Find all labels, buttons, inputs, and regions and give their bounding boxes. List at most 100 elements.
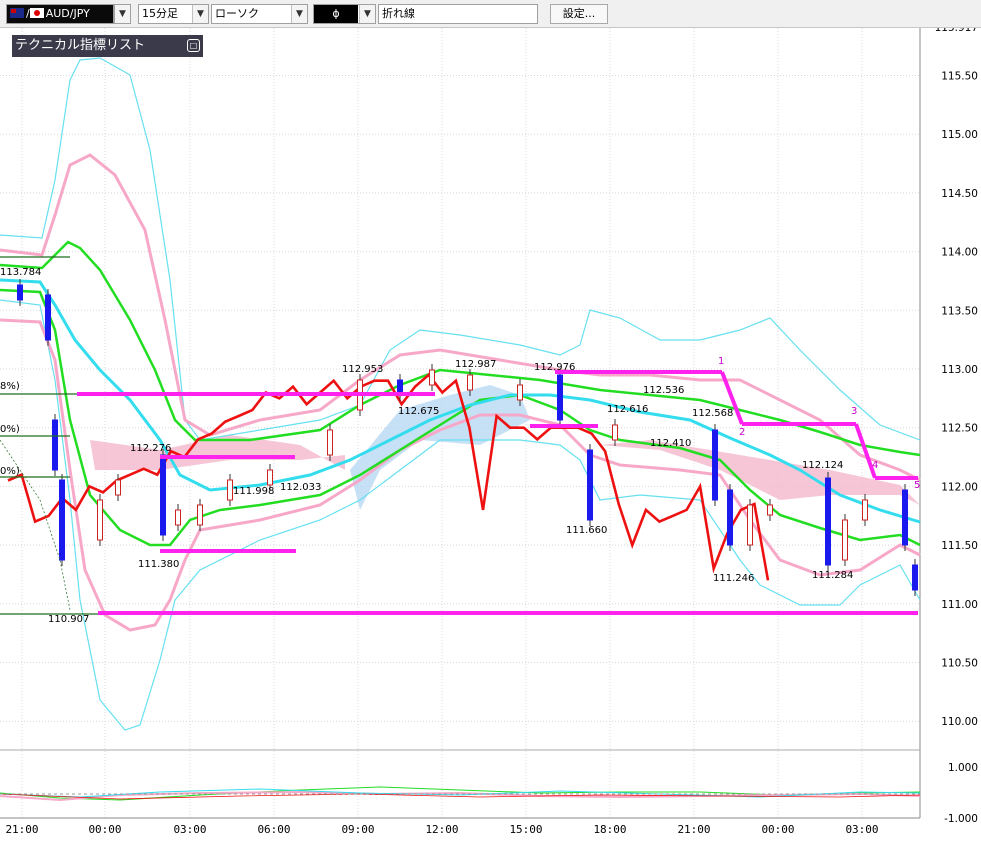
price-tick-label: 110.00 <box>941 716 978 728</box>
elliott-wave-number: 3 <box>851 406 857 417</box>
currency-pair-dropdown[interactable]: ▼ <box>114 4 131 24</box>
chart-type-label: ローソク <box>215 7 259 20</box>
price-annotation: 110.907 <box>48 614 89 625</box>
price-annotation: 112.953 <box>342 364 383 375</box>
candle-body <box>227 479 233 501</box>
price-tick-label: 113.50 <box>941 305 978 317</box>
price-tick-label: 115.00 <box>941 129 978 141</box>
price-tick-label: 112.50 <box>941 423 978 435</box>
candle-body <box>59 479 65 561</box>
time-tick-label: 00:00 <box>88 823 121 836</box>
candle-body <box>97 499 103 541</box>
price-line <box>7 373 770 581</box>
candle-body <box>467 374 473 391</box>
fibonacci-percent-label: 8%) <box>0 381 20 392</box>
time-tick-label: 15:00 <box>509 823 542 836</box>
candle-body <box>862 499 868 521</box>
candle-body <box>727 489 733 546</box>
candle-body <box>825 477 831 566</box>
settings-button[interactable]: 設定... <box>550 4 608 24</box>
price-annotation: 112.410 <box>650 438 691 449</box>
chevron-down-icon: ▼ <box>115 5 130 23</box>
price-tick-label: 111.00 <box>941 599 978 611</box>
australia-flag-icon <box>10 8 24 18</box>
currency-pair-label: AUD/JPY <box>45 7 90 20</box>
candle-body <box>612 424 618 441</box>
price-annotation: 111.246 <box>713 573 754 584</box>
candle-body <box>517 384 523 401</box>
chevron-down-icon: ▼ <box>291 5 307 23</box>
time-tick-label: 12:00 <box>425 823 458 836</box>
elliott-wave-number: 5 <box>914 480 920 491</box>
time-tick-label: 21:00 <box>677 823 710 836</box>
candle-body <box>197 504 203 526</box>
indicator-select[interactable]: ɸ ▼ <box>313 4 376 24</box>
currency-pair-select[interactable]: / AUD/JPY <box>6 4 114 24</box>
candle-body <box>587 449 593 521</box>
candle-body <box>767 504 773 516</box>
time-tick-label: 21:00 <box>5 823 38 836</box>
maximize-icon[interactable]: □ <box>187 39 200 52</box>
line-type-label: 折れ線 <box>382 7 415 20</box>
candle-body <box>327 429 333 456</box>
price-annotation: 111.998 <box>233 486 274 497</box>
time-tick-label: 03:00 <box>845 823 878 836</box>
time-tick-label: 09:00 <box>341 823 374 836</box>
candle-body <box>175 509 181 526</box>
candle-body <box>712 429 718 501</box>
price-tick-label: 115.50 <box>941 71 978 83</box>
fibonacci-percent-label: 0%) <box>0 466 20 477</box>
price-tick-label: 113.00 <box>941 364 978 376</box>
elliott-wave-number: 2 <box>739 427 745 438</box>
timeframe-select[interactable]: 15分足 ▼ <box>138 4 209 24</box>
price-annotation: 111.284 <box>812 570 853 581</box>
oscillator-tick-label: -1.000 <box>944 813 978 825</box>
price-chart[interactable]: 115.50 115.00 114.50 114.00 113.50 113.00 112.… <box>0 0 981 842</box>
elliott-wave-number: 1 <box>718 356 724 367</box>
candle-body <box>557 374 563 421</box>
time-tick-label: 00:00 <box>761 823 794 836</box>
oscillator-tick-label: 1.000 <box>948 762 978 774</box>
bollinger-upper-outer <box>0 57 921 441</box>
price-annotation: 113.784 <box>0 267 41 278</box>
candle-body <box>52 419 58 471</box>
price-annotation: 112.536 <box>643 385 684 396</box>
elliott-wave-number: 4 <box>872 460 878 471</box>
candle-body <box>45 294 51 341</box>
line-type-field[interactable]: 折れ線 <box>378 4 538 24</box>
price-annotation: 112.976 <box>534 362 575 373</box>
price-tick-label: 110.50 <box>941 658 978 670</box>
candle-body <box>267 469 273 486</box>
chart-toolbar: / AUD/JPY ▼ 15分足 ▼ ローソク ▼ ɸ ▼ 折れ線 設定... <box>0 0 981 28</box>
price-annotation: 111.660 <box>566 525 607 536</box>
price-annotation: 112.568 <box>692 408 733 419</box>
japan-flag-icon <box>29 8 44 18</box>
chevron-down-icon: ▼ <box>192 5 208 23</box>
candle-body <box>115 479 121 496</box>
time-tick-label: 03:00 <box>173 823 206 836</box>
panel-title: テクニカル指標リスト <box>15 38 146 53</box>
time-tick-label: 06:00 <box>257 823 290 836</box>
candle-body <box>160 454 166 536</box>
technical-indicator-list-panel[interactable]: テクニカル指標リスト □ <box>12 35 203 57</box>
price-tick-label: 114.50 <box>941 188 978 200</box>
candle-body <box>912 564 918 591</box>
price-annotation: 112.987 <box>455 359 496 370</box>
price-annotation: 112.616 <box>607 404 648 415</box>
price-annotation: 112.675 <box>398 406 439 417</box>
price-annotation: 112.276 <box>130 443 171 454</box>
candle-body <box>842 519 848 561</box>
candle-body <box>902 489 908 546</box>
timeframe-label: 15分足 <box>142 7 178 20</box>
price-annotation: 112.124 <box>802 460 843 471</box>
indicator-label: ɸ <box>314 5 358 23</box>
candle-body <box>17 284 23 301</box>
price-tick-label: 114.00 <box>941 247 978 259</box>
candle-body <box>429 369 435 386</box>
price-annotation: 112.033 <box>280 482 321 493</box>
time-tick-label: 18:00 <box>593 823 626 836</box>
chart-type-select[interactable]: ローソク ▼ <box>211 4 308 24</box>
candle-body <box>747 504 753 546</box>
price-tick-label: 111.50 <box>941 540 978 552</box>
price-annotation: 111.380 <box>138 559 179 570</box>
